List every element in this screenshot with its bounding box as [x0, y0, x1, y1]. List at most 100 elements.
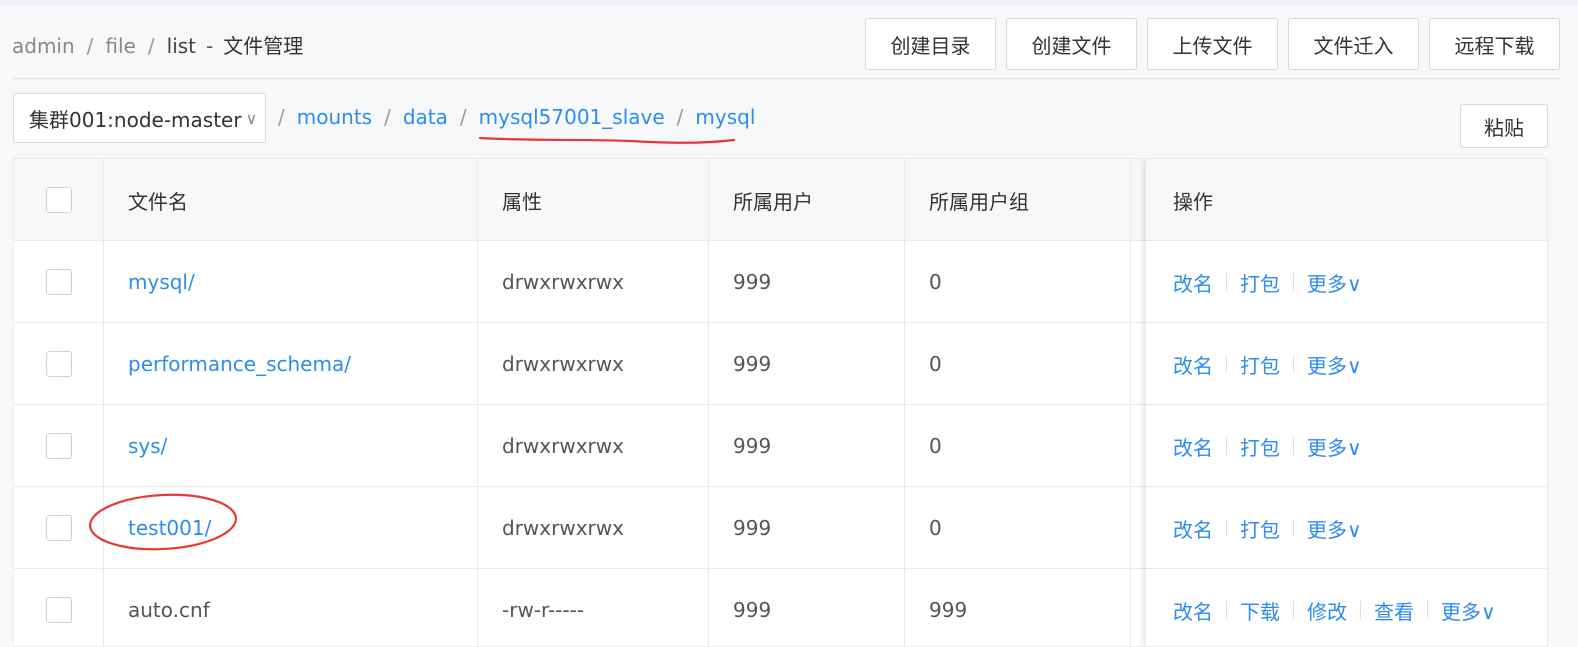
- row-checkbox[interactable]: [46, 269, 72, 295]
- file-group: 0: [929, 352, 942, 376]
- column-divider: [904, 159, 905, 241]
- row-checkbox[interactable]: [46, 351, 72, 377]
- pack-link[interactable]: 打包: [1240, 350, 1280, 379]
- create-file-button[interactable]: 创建文件: [1006, 18, 1137, 70]
- header-group: 所属用户组: [929, 189, 1029, 214]
- rename-link[interactable]: 改名: [1173, 432, 1213, 461]
- file-permissions: drwxrwxrwx: [502, 516, 624, 540]
- file-owner: 999: [733, 598, 772, 622]
- more-dropdown[interactable]: 更多∨: [1441, 596, 1496, 625]
- column-divider: [477, 323, 478, 405]
- pack-link[interactable]: 打包: [1240, 432, 1280, 461]
- node-select[interactable]: 集群001:node-master ∨: [13, 93, 266, 143]
- column-divider: [103, 159, 104, 241]
- row-actions: 改名 打包 更多∨: [1173, 323, 1362, 405]
- view-link[interactable]: 查看: [1374, 596, 1414, 625]
- column-divider: [904, 241, 905, 323]
- chevron-down-icon: ∨: [245, 108, 258, 128]
- path-separator: /: [459, 105, 467, 129]
- breadcrumb-separator: /: [86, 34, 94, 58]
- file-group: 0: [929, 270, 942, 294]
- select-all-checkbox[interactable]: [46, 187, 72, 213]
- path-separator: /: [676, 105, 684, 129]
- column-divider: [904, 405, 905, 487]
- row-checkbox[interactable]: [46, 597, 72, 623]
- table-header: 文件名 属性 所属用户 所属用户组 操作: [14, 159, 1547, 241]
- path-segment-mounts[interactable]: mounts: [297, 105, 372, 129]
- path-separator: /: [278, 105, 285, 129]
- header-owner: 所属用户: [733, 189, 813, 214]
- path-segment-mysql[interactable]: mysql: [695, 105, 755, 129]
- column-divider: [1130, 487, 1131, 569]
- rename-link[interactable]: 改名: [1173, 350, 1213, 379]
- file-group: 0: [929, 434, 942, 458]
- title-dash: -: [206, 34, 214, 58]
- path-segment-data[interactable]: data: [403, 105, 448, 129]
- file-name-link[interactable]: test001/: [128, 487, 211, 569]
- column-divider: [477, 241, 478, 323]
- action-separator: [1293, 601, 1294, 619]
- remote-download-button[interactable]: 远程下载: [1429, 18, 1560, 70]
- column-divider: [708, 159, 709, 241]
- column-divider: [103, 487, 104, 569]
- table-row: performance_schema/ drwxrwxrwx 999 0 改名打…: [14, 323, 1547, 405]
- file-name-link[interactable]: sys/: [128, 405, 167, 487]
- action-separator: [1293, 273, 1294, 291]
- row-checkbox[interactable]: [46, 433, 72, 459]
- action-separator: [1293, 519, 1294, 537]
- more-dropdown[interactable]: 更多∨: [1307, 432, 1362, 461]
- toolbar: 创建目录 创建文件 上传文件 文件迁入 远程下载: [865, 18, 1560, 70]
- pack-link[interactable]: 打包: [1240, 514, 1280, 543]
- column-divider: [904, 323, 905, 405]
- column-divider: [103, 241, 104, 323]
- column-divider: [708, 569, 709, 646]
- file-manager-page: admin / file / list - 文件管理 创建目录 创建文件 上传文件 文件迁入…: [0, 6, 1578, 647]
- select-all-cell: [46, 159, 72, 241]
- action-separator: [1226, 437, 1227, 455]
- column-divider: [708, 323, 709, 405]
- more-dropdown[interactable]: 更多∨: [1307, 350, 1362, 379]
- header-divider: [12, 78, 1560, 79]
- rename-link[interactable]: 改名: [1173, 596, 1213, 625]
- paste-button[interactable]: 粘贴: [1460, 104, 1548, 148]
- file-name-link[interactable]: mysql/: [128, 241, 195, 323]
- more-dropdown[interactable]: 更多∨: [1307, 514, 1362, 543]
- path-breadcrumb: / mounts / data / mysql57001_slave / mysql: [278, 105, 755, 129]
- more-dropdown[interactable]: 更多∨: [1307, 268, 1362, 297]
- pack-link[interactable]: 打包: [1240, 268, 1280, 297]
- column-divider: [477, 159, 478, 241]
- breadcrumb-file[interactable]: file: [105, 34, 135, 58]
- column-divider: [477, 405, 478, 487]
- file-owner: 999: [733, 516, 772, 540]
- rename-link[interactable]: 改名: [1173, 514, 1213, 543]
- column-divider: [904, 569, 905, 646]
- row-checkbox[interactable]: [46, 515, 72, 541]
- download-link[interactable]: 下载: [1240, 596, 1280, 625]
- breadcrumb-admin[interactable]: admin: [12, 34, 75, 58]
- column-divider: [708, 487, 709, 569]
- file-name-link[interactable]: performance_schema/: [128, 323, 351, 405]
- column-divider: [708, 405, 709, 487]
- rename-link[interactable]: 改名: [1173, 268, 1213, 297]
- row-select-cell: [46, 241, 72, 323]
- breadcrumb-separator: /: [147, 34, 155, 58]
- file-import-button[interactable]: 文件迁入: [1288, 18, 1419, 70]
- column-divider: [904, 487, 905, 569]
- action-separator: [1427, 601, 1428, 619]
- create-directory-button[interactable]: 创建目录: [865, 18, 996, 70]
- edit-link[interactable]: 修改: [1307, 596, 1347, 625]
- column-divider: [1130, 241, 1131, 323]
- row-select-cell: [46, 405, 72, 487]
- path-segment-mysql57001-slave[interactable]: mysql57001_slave: [479, 105, 665, 129]
- file-permissions: -rw-r-----: [502, 598, 585, 622]
- column-divider: [477, 487, 478, 569]
- path-separator: /: [384, 105, 391, 129]
- node-select-value: 集群001:node-master: [29, 107, 242, 132]
- file-owner: 999: [733, 434, 772, 458]
- header-filename: 文件名: [128, 189, 188, 214]
- table-row: test001/ drwxrwxrwx 999 0 改名 打包 更多∨: [14, 487, 1547, 569]
- upload-file-button[interactable]: 上传文件: [1147, 18, 1278, 70]
- file-permissions: drwxrwxrwx: [502, 352, 624, 376]
- header-actions: 操作: [1173, 189, 1213, 214]
- action-separator: [1226, 273, 1227, 291]
